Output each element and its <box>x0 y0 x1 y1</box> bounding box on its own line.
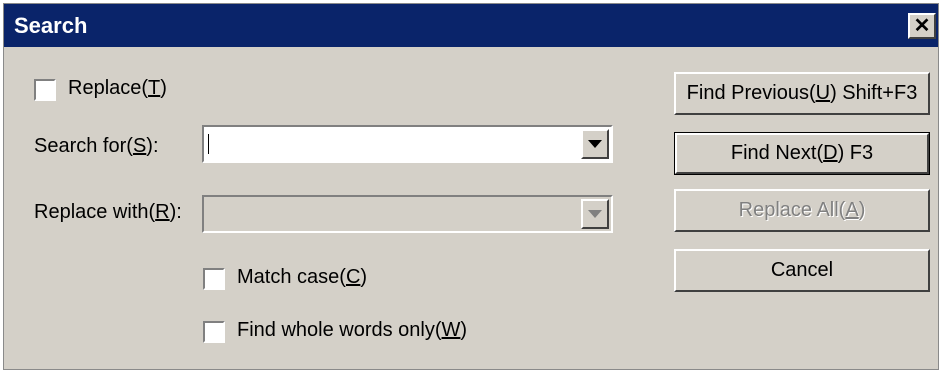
search-dialog: Search ✕ Replace(T) Search for(S): Repla… <box>3 3 939 370</box>
replace-with-combobox[interactable] <box>202 195 613 233</box>
match-case-checkbox[interactable] <box>203 268 225 290</box>
search-for-combobox[interactable] <box>202 125 613 163</box>
close-button[interactable]: ✕ <box>908 13 936 39</box>
replace-all-button[interactable]: Replace All(A) <box>674 189 930 232</box>
dialog-title: Search <box>14 13 88 38</box>
replace-with-label: Replace with(R): <box>34 201 182 223</box>
replace-with-dropdown-button[interactable] <box>581 199 609 229</box>
match-case-label: Match case(C) <box>237 266 368 288</box>
find-previous-button[interactable]: Find Previous(U) Shift+F3 <box>674 72 930 115</box>
chevron-down-icon <box>588 140 602 148</box>
replace-checkbox-label: Replace(T) <box>68 77 167 99</box>
search-for-label: Search for(S): <box>34 135 159 157</box>
whole-words-checkbox[interactable] <box>203 321 225 343</box>
close-icon: ✕ <box>913 15 931 37</box>
cancel-button[interactable]: Cancel <box>674 249 930 292</box>
chevron-down-icon <box>588 210 602 218</box>
whole-words-label: Find whole words only(W) <box>237 319 468 341</box>
title-bar[interactable]: Search ✕ <box>4 4 938 47</box>
find-next-button[interactable]: Find Next(D) F3 <box>674 132 930 175</box>
search-for-dropdown-button[interactable] <box>581 129 609 159</box>
replace-checkbox[interactable] <box>34 79 56 101</box>
text-cursor <box>208 134 209 154</box>
